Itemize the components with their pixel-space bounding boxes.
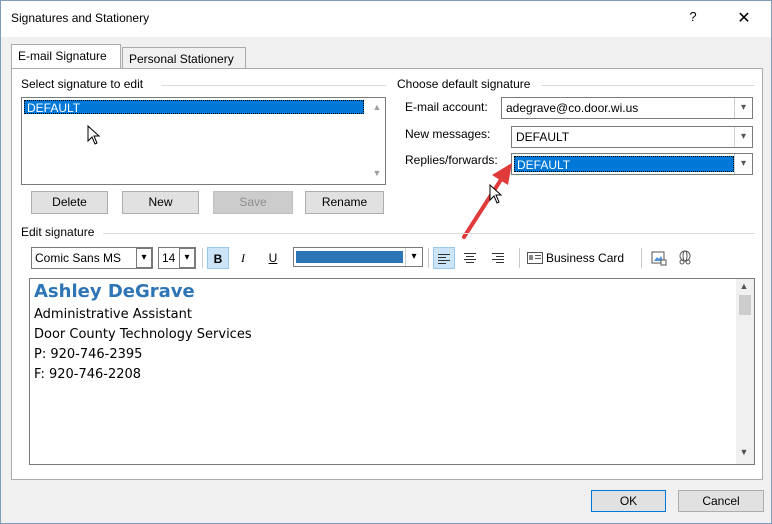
email-account-label: E-mail account: (405, 100, 488, 114)
scroll-thumb[interactable] (739, 295, 751, 315)
insert-picture-icon (651, 251, 667, 266)
chevron-down-icon: ▾ (734, 154, 752, 174)
toolbar-separator (641, 248, 642, 268)
toolbar-separator (428, 248, 429, 268)
chevron-down-icon: ▾ (405, 248, 422, 266)
align-right-icon (492, 253, 504, 263)
align-center-icon (464, 253, 476, 263)
scroll-up-icon[interactable]: ▲ (371, 102, 383, 114)
cancel-button[interactable]: Cancel (678, 490, 764, 512)
align-right-button[interactable] (487, 247, 509, 269)
delete-button-label: Delete (52, 195, 87, 209)
tab-email-signature[interactable]: E-mail Signature (11, 44, 121, 69)
tab-personal-stationery-label: Personal Stationery (129, 52, 234, 66)
toolbar-separator (519, 248, 520, 268)
chevron-down-icon: ▾ (734, 98, 752, 118)
ok-button[interactable]: OK (591, 490, 666, 512)
business-card-label: Business Card (546, 251, 625, 265)
replies-forwards-value: DEFAULT (514, 156, 734, 172)
annotation-arrow-icon (462, 163, 512, 239)
insert-hyperlink-button[interactable] (675, 247, 695, 269)
chevron-down-icon: ▾ (136, 248, 152, 268)
business-card-icon (527, 252, 543, 264)
chevron-down-icon: ▾ (734, 127, 752, 147)
delete-button[interactable]: Delete (31, 191, 108, 214)
new-messages-select[interactable]: DEFAULT ▾ (511, 126, 753, 148)
new-messages-label: New messages: (405, 127, 491, 141)
font-size-select[interactable]: 14 ▾ (158, 247, 196, 269)
toolbar-separator (202, 248, 203, 268)
select-signature-divider (161, 85, 386, 86)
rename-button-label: Rename (321, 195, 368, 209)
italic-icon: I (241, 251, 245, 265)
font-size-value: 14 (162, 251, 176, 265)
rename-button[interactable]: Rename (305, 191, 384, 214)
signature-editor[interactable]: Ashley DeGrave Administrative Assistant … (29, 278, 755, 465)
new-button[interactable]: New (122, 191, 199, 214)
signature-list-item[interactable]: DEFAULT (24, 100, 364, 115)
chevron-down-icon: ▾ (179, 248, 195, 268)
email-account-select[interactable]: adegrave@co.door.wi.us ▾ (501, 97, 753, 119)
close-button[interactable]: ✕ (735, 8, 753, 27)
signature-org: Door County Technology Services (34, 327, 252, 342)
scroll-up-icon[interactable]: ▲ (738, 281, 750, 293)
signature-fax: F: 920-746-2208 (34, 367, 142, 382)
scroll-down-icon[interactable]: ▼ (371, 168, 383, 180)
editor-scrollbar[interactable]: ▲ ▼ (736, 279, 754, 464)
font-color-select[interactable]: ▾ (293, 247, 423, 267)
signature-phone: P: 920-746-2395 (34, 347, 143, 362)
tab-personal-stationery[interactable]: Personal Stationery (122, 47, 246, 68)
new-messages-value: DEFAULT (516, 130, 570, 144)
mouse-cursor-icon (489, 184, 503, 204)
hyperlink-icon (679, 250, 691, 265)
align-center-button[interactable] (459, 247, 481, 269)
align-left-icon (438, 254, 450, 264)
window-title: Signatures and Stationery (11, 11, 150, 25)
insert-picture-button[interactable] (649, 247, 669, 269)
email-account-value: adegrave@co.door.wi.us (506, 101, 639, 115)
signature-name: Ashley DeGrave (34, 281, 195, 302)
default-signature-label: Choose default signature (397, 77, 535, 91)
signature-content: Ashley DeGrave Administrative Assistant … (34, 279, 252, 385)
title-bar: Signatures and Stationery ? ✕ (1, 1, 771, 37)
mouse-cursor-icon (87, 125, 101, 145)
tab-email-signature-label: E-mail Signature (18, 49, 107, 63)
ok-button-label: OK (619, 494, 638, 508)
replies-forwards-select[interactable]: DEFAULT ▾ (511, 153, 753, 175)
font-name-select[interactable]: Comic Sans MS ▾ (31, 247, 153, 269)
help-button[interactable]: ? (685, 9, 701, 27)
cancel-button-label: Cancel (702, 494, 740, 508)
select-signature-label: Select signature to edit (21, 77, 148, 91)
save-button-label: Save (239, 195, 267, 209)
bold-button[interactable]: B (207, 247, 229, 269)
font-name-value: Comic Sans MS (35, 251, 122, 265)
scroll-down-icon[interactable]: ▼ (738, 447, 750, 459)
bold-icon: B (213, 252, 223, 266)
signature-list-scrollbar[interactable]: ▲ ▼ (369, 98, 385, 184)
edit-signature-divider (103, 233, 755, 234)
underline-button[interactable]: U (263, 247, 283, 269)
signature-title: Administrative Assistant (34, 307, 192, 322)
save-button[interactable]: Save (213, 191, 293, 214)
italic-button[interactable]: I (233, 247, 253, 269)
edit-signature-label: Edit signature (21, 225, 99, 239)
default-signature-divider (541, 85, 755, 86)
align-left-button[interactable] (433, 247, 455, 269)
signature-list[interactable]: DEFAULT ▲ ▼ (21, 97, 386, 185)
business-card-button[interactable]: Business Card (527, 247, 635, 269)
new-button-label: New (148, 195, 173, 209)
font-color-swatch (296, 251, 403, 263)
underline-icon: U (268, 251, 278, 265)
signatures-dialog: Signatures and Stationery ? ✕ E-mail Sig… (0, 0, 772, 524)
